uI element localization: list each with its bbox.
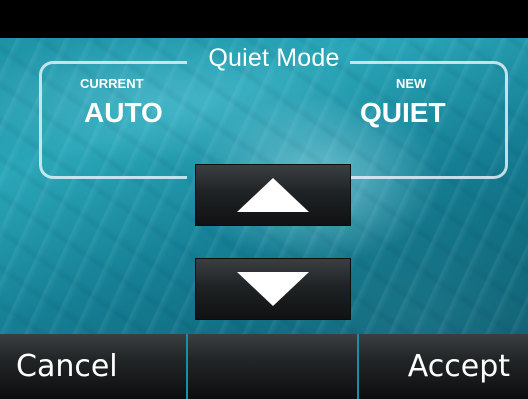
accept-button[interactable]: Accept [359, 334, 528, 399]
increase-button[interactable] [195, 164, 351, 226]
decrease-button[interactable] [195, 258, 351, 320]
cancel-button[interactable]: Cancel [0, 334, 186, 399]
new-value: QUIET [360, 97, 446, 128]
mode-title: Quiet Mode [208, 44, 340, 72]
current-label: CURRENT [80, 76, 144, 91]
up-arrow-icon [237, 178, 309, 212]
top-status-bar [0, 0, 528, 38]
new-label: NEW [396, 76, 427, 91]
middle-button[interactable] [188, 334, 358, 399]
current-value: AUTO [84, 97, 163, 128]
down-arrow-icon [237, 272, 309, 306]
thermostat-screen: Quiet Mode CURRENT AUTO NEW QUIET Cancel… [0, 0, 528, 399]
